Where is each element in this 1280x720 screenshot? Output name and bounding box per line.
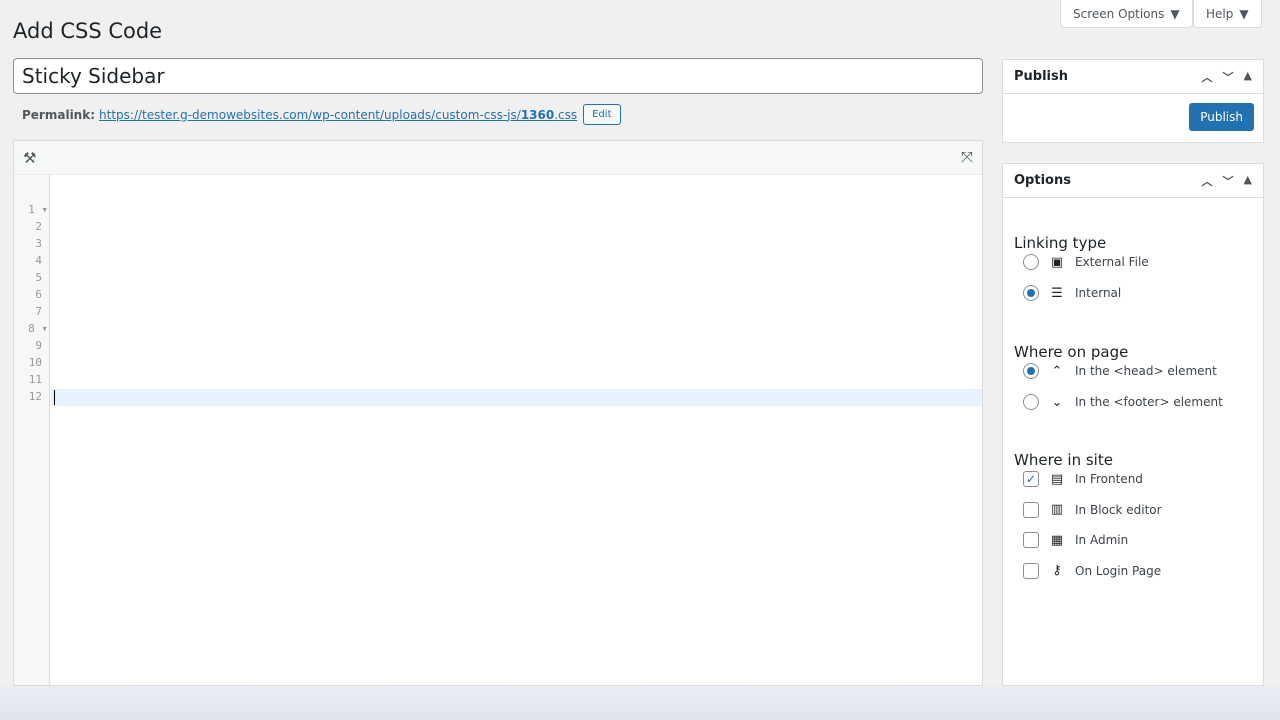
line-gutter: 1 ▾ 2 3 4 5 6 7 8 ▾ 9 10 11 12 xyxy=(14,175,50,685)
option-label: In the <footer> element xyxy=(1075,395,1223,409)
permalink-url: https://tester.g-demowebsites.com/wp-con… xyxy=(99,107,521,122)
publish-title: Publish xyxy=(1014,69,1068,84)
line-number: 10 xyxy=(28,356,42,369)
option-internal[interactable]: ☰ Internal xyxy=(1023,285,1121,301)
section-heading: Where in site xyxy=(1014,451,1113,469)
chevron-down-icon[interactable]: ﹀ xyxy=(1223,69,1234,85)
option-label: In Block editor xyxy=(1075,502,1162,517)
option-in-frontend[interactable]: ✓ ▤ In Frontend xyxy=(1023,471,1143,487)
option-in-the-footer-element[interactable]: ⌄ In the <footer> element xyxy=(1023,394,1223,410)
toggle-icon[interactable]: ▲ xyxy=(1244,173,1252,189)
screen-options-label: Screen Options xyxy=(1073,6,1165,21)
section-heading: Where on page xyxy=(1014,343,1129,361)
hammer-icon[interactable]: ⚒ xyxy=(23,149,36,167)
chevron-down-icon[interactable]: ﹀ xyxy=(1223,173,1234,189)
chevron-down-icon: ⌄ xyxy=(1051,394,1063,410)
radio-button[interactable] xyxy=(1023,285,1039,301)
permalink-label: Permalink: xyxy=(22,107,96,122)
text-lines-icon: ☰ xyxy=(1051,285,1063,301)
option-label: In Frontend xyxy=(1075,472,1143,486)
line-number: 12 xyxy=(28,390,42,403)
edit-permalink-button[interactable]: Edit xyxy=(583,104,621,125)
caret-down-icon: ▼ xyxy=(1170,6,1180,21)
options-box: Options ︿ ﹀ ▲ Linking type ▣ External File ☰ In… xyxy=(1002,163,1264,686)
line-number: 9 xyxy=(35,339,42,352)
bottom-bar xyxy=(0,686,1280,720)
admin-icon: ▦ xyxy=(1050,532,1064,548)
radio-button[interactable] xyxy=(1023,363,1039,379)
section-heading: Linking type xyxy=(1014,234,1107,252)
line-number: 2 xyxy=(35,220,42,233)
publish-box: Publish ︿ ﹀ ▲ Publish xyxy=(1002,59,1264,143)
line-number: 1 ▾ xyxy=(28,203,48,216)
text-cursor xyxy=(54,390,55,405)
toggle-icon[interactable]: ▲ xyxy=(1244,69,1252,85)
editor-toolbar: ⚒ ⤧ xyxy=(14,141,982,175)
option-in-block-editor[interactable]: ▥ In Block editor xyxy=(1023,501,1162,518)
option-label: In Admin xyxy=(1075,533,1129,547)
help-label: Help xyxy=(1206,6,1234,21)
page-title: Add CSS Code xyxy=(13,19,163,43)
fullscreen-icon[interactable]: ⤧ xyxy=(961,148,973,166)
title-input[interactable]: Sticky Sidebar xyxy=(13,58,983,94)
line-number: 8 ▾ xyxy=(28,322,48,335)
chevron-up-icon[interactable]: ︿ xyxy=(1202,173,1213,189)
code-editor[interactable]: ⚒ ⤧ 1 ▾ 2 3 4 5 6 7 8 ▾ 9 10 11 12 xyxy=(13,140,983,686)
line-number: 6 xyxy=(35,288,42,301)
publish-button[interactable]: Publish xyxy=(1189,103,1254,131)
checkbox[interactable] xyxy=(1023,532,1039,548)
chevron-up-icon: ⌃ xyxy=(1051,363,1063,379)
checkbox[interactable] xyxy=(1023,562,1039,579)
radio-button[interactable] xyxy=(1023,254,1039,270)
line-number: 5 xyxy=(35,271,42,284)
option-in-the-head-element[interactable]: ⌃ In the <head> element xyxy=(1023,363,1217,379)
option-label: External File xyxy=(1075,255,1149,269)
active-line xyxy=(51,389,982,406)
line-number: 4 xyxy=(35,254,42,267)
option-external-file[interactable]: ▣ External File xyxy=(1023,254,1149,270)
permalink: Permalink: https://tester.g-demowebsites… xyxy=(22,104,621,125)
checkbox[interactable]: ✓ xyxy=(1023,471,1039,487)
block-icon: ▥ xyxy=(1050,502,1064,517)
line-number: 11 xyxy=(28,373,42,386)
help-button[interactable]: Help ▼ xyxy=(1193,0,1262,28)
option-label: In the <head> element xyxy=(1075,364,1217,378)
radio-button[interactable] xyxy=(1023,394,1039,410)
permalink-slug: 1360 xyxy=(520,107,555,122)
chevron-up-icon[interactable]: ︿ xyxy=(1202,69,1213,85)
line-number: 3 xyxy=(35,237,42,250)
key-icon: ⚷ xyxy=(1052,563,1062,578)
checkbox[interactable] xyxy=(1023,501,1039,518)
line-number: 7 xyxy=(35,305,42,318)
caret-down-icon: ▼ xyxy=(1239,6,1249,21)
option-on-login-page[interactable]: ⚷ On Login Page xyxy=(1023,562,1162,579)
permalink-ext: .css xyxy=(554,107,578,122)
file-code-icon: ▣ xyxy=(1050,254,1064,270)
permalink-link[interactable]: https://tester.g-demowebsites.com/wp-con… xyxy=(99,108,577,122)
option-label: Internal xyxy=(1075,286,1122,300)
layout-icon: ▤ xyxy=(1050,471,1064,487)
option-label: On Login Page xyxy=(1075,563,1162,578)
option-in-admin[interactable]: ▦ In Admin xyxy=(1023,532,1128,548)
options-title: Options xyxy=(1014,173,1071,188)
screen-options-button[interactable]: Screen Options ▼ xyxy=(1060,0,1193,28)
